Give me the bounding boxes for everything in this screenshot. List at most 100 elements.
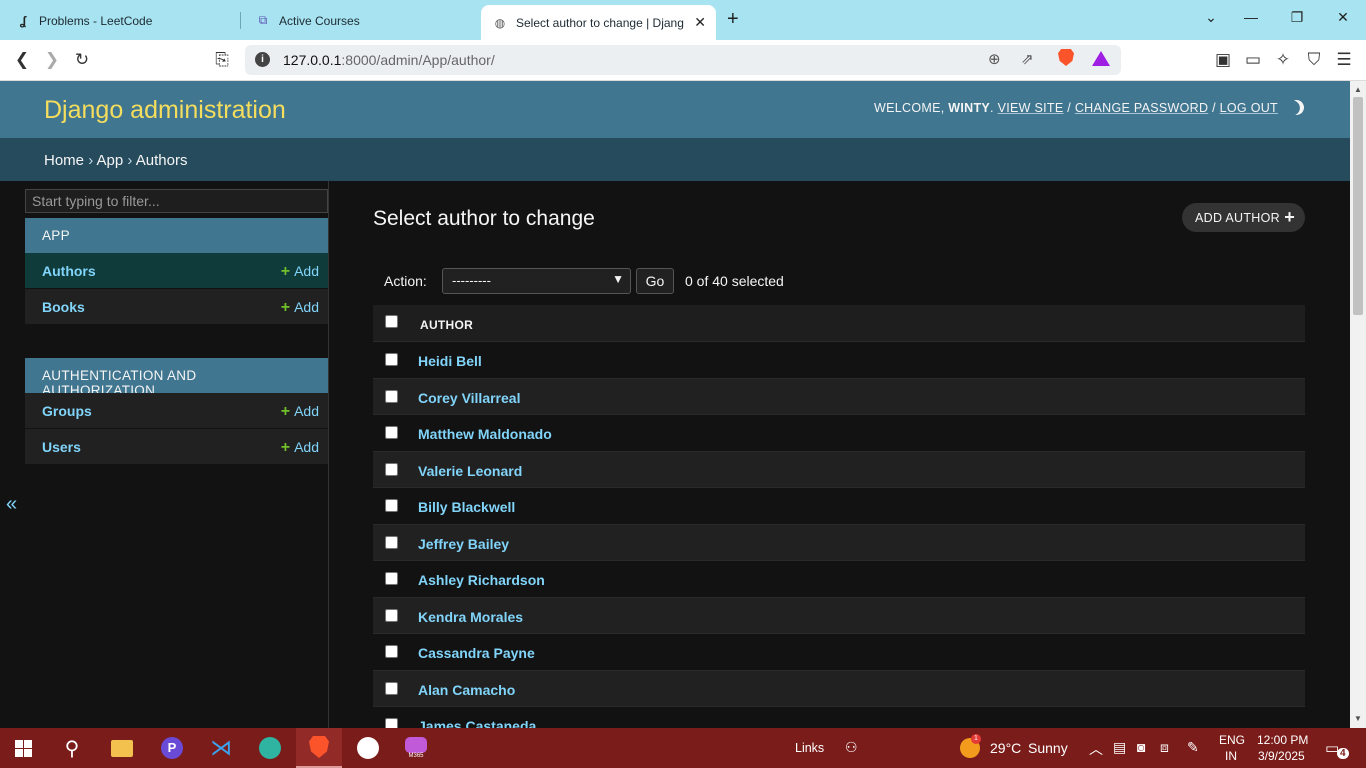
scroll-down-icon[interactable]: ▼	[1354, 714, 1362, 723]
back-icon[interactable]: ❮	[11, 49, 33, 71]
view-site-link[interactable]: VIEW SITE	[998, 101, 1064, 115]
breadcrumb-app[interactable]: App	[97, 152, 124, 169]
camera-icon[interactable]: ◙	[1137, 739, 1145, 755]
scrollbar-thumb[interactable]	[1353, 97, 1363, 315]
url-text[interactable]: 127.0.0.1:8000/admin/App/author/	[283, 52, 495, 68]
sidebar-item-groups[interactable]: Groups + Add	[25, 393, 328, 429]
author-link[interactable]: Heidi Bell	[418, 353, 482, 369]
weather-desc[interactable]: Sunny	[1028, 740, 1068, 756]
author-link[interactable]: Matthew Maldonado	[418, 426, 552, 442]
clock-time[interactable]: 12:00 PM	[1257, 733, 1308, 747]
collapse-sidebar-icon[interactable]: «	[6, 493, 17, 516]
sidebar-item-books[interactable]: Books + Add	[25, 289, 328, 325]
author-link[interactable]: Alan Camacho	[418, 682, 515, 698]
toggle-nav-sidebar[interactable]: «	[0, 181, 24, 728]
breadcrumb-home[interactable]: Home	[44, 152, 84, 169]
windows-start-icon[interactable]	[15, 740, 32, 757]
add-group-link[interactable]: + Add	[281, 403, 319, 421]
add-author-link[interactable]: + Add	[281, 263, 319, 281]
close-tab-icon[interactable]: ✕	[694, 14, 706, 31]
pen-icon[interactable]: ✎	[1187, 739, 1199, 756]
file-explorer-icon[interactable]	[108, 735, 136, 761]
row-select-checkbox[interactable]	[385, 535, 398, 549]
sidebar-item-authors[interactable]: Authors + Add	[25, 253, 328, 289]
sidebar-item-label[interactable]: Users	[42, 439, 81, 455]
reload-icon[interactable]: ↻	[71, 49, 93, 71]
forward-icon[interactable]: ❯	[41, 49, 63, 71]
sidebar-item-label[interactable]: Groups	[42, 403, 92, 419]
site-info-icon[interactable]: i	[255, 52, 270, 67]
row-select-checkbox[interactable]	[385, 645, 398, 658]
tab-leetcode[interactable]: ʆ Problems - LeetCode	[0, 6, 240, 35]
window-close-icon[interactable]: ✕	[1333, 9, 1353, 26]
search-icon[interactable]: ⚲	[58, 735, 86, 761]
m365-icon[interactable]: M365	[402, 735, 430, 761]
weather-temp[interactable]: 29°C	[990, 740, 1021, 756]
change-password-link[interactable]: CHANGE PASSWORD	[1075, 101, 1208, 115]
tab-django-admin[interactable]: ◍ Select author to change | Djang ✕	[481, 5, 716, 40]
leo-ai-icon[interactable]: ✧	[1272, 49, 1294, 71]
row-select-checkbox[interactable]	[385, 426, 398, 439]
log-out-link[interactable]: LOG OUT	[1220, 101, 1278, 115]
row-select-checkbox[interactable]	[385, 681, 398, 695]
bookmark-icon[interactable]: ⎘	[211, 49, 233, 71]
add-book-link[interactable]: + Add	[281, 299, 319, 317]
row-select-checkbox[interactable]	[385, 718, 398, 728]
sidebar-item-label[interactable]: Authors	[42, 263, 96, 279]
nav-filter-input[interactable]: Start typing to filter...	[25, 189, 328, 213]
wifi-battery-icon[interactable]: ⧈	[1160, 739, 1169, 756]
action-select[interactable]: --------- ▼	[442, 268, 631, 294]
clock-date[interactable]: 3/9/2025	[1258, 749, 1305, 763]
row-select-checkbox[interactable]	[385, 608, 398, 622]
wallet-icon[interactable]: ▭	[1242, 49, 1264, 71]
tab-active-courses[interactable]: ⧉ Active Courses	[240, 6, 480, 35]
author-link[interactable]: Valerie Leonard	[418, 463, 522, 479]
whatsapp-icon[interactable]	[354, 735, 382, 761]
sidebar-toggle-icon[interactable]: ▣	[1212, 49, 1234, 71]
vscode-icon[interactable]: ⋊	[207, 735, 235, 761]
module-caption-auth[interactable]: AUTHENTICATION AND AUTHORIZATION	[25, 358, 328, 398]
vpn-icon[interactable]: ⛉	[1303, 49, 1325, 71]
device-icon[interactable]: ▤	[1113, 739, 1126, 756]
restore-icon[interactable]: ❐	[1287, 9, 1307, 26]
new-tab-icon[interactable]: +	[727, 8, 739, 31]
row-select-checkbox[interactable]	[385, 353, 398, 366]
address-bar[interactable]: i 127.0.0.1:8000/admin/App/author/ ⊕ ⇗	[245, 45, 1121, 75]
page-scrollbar[interactable]: ▲ ▼	[1350, 81, 1366, 728]
author-link[interactable]: Ashley Richardson	[418, 572, 545, 588]
language-indicator[interactable]: ENG	[1219, 733, 1245, 747]
minimize-icon[interactable]: —	[1241, 9, 1261, 25]
sidebar-item-users[interactable]: Users + Add	[25, 429, 328, 465]
author-link[interactable]: Kendra Morales	[418, 609, 523, 625]
row-select-checkbox[interactable]	[385, 572, 398, 585]
sidebar-item-label[interactable]: Books	[42, 299, 85, 315]
brave-taskbar-icon[interactable]	[296, 728, 342, 768]
zoom-icon[interactable]: ⊕	[988, 50, 1001, 68]
select-all-checkbox[interactable]	[385, 315, 398, 328]
add-author-button[interactable]: ADD AUTHOR +	[1182, 203, 1305, 232]
theme-toggle-moon-icon[interactable]	[1287, 98, 1306, 117]
add-user-link[interactable]: + Add	[281, 439, 319, 457]
edge-icon[interactable]	[256, 735, 284, 761]
row-select-checkbox[interactable]	[385, 499, 398, 512]
row-select-checkbox[interactable]	[385, 389, 398, 403]
go-button[interactable]: Go	[636, 268, 674, 294]
author-link[interactable]: James Castaneda	[418, 718, 536, 728]
author-link[interactable]: Corey Villarreal	[418, 390, 520, 406]
column-header-author[interactable]: AUTHOR	[420, 318, 473, 332]
links-toolbar[interactable]: Links	[795, 741, 824, 755]
menu-icon[interactable]: ☰	[1333, 49, 1355, 71]
scroll-up-icon[interactable]: ▲	[1354, 85, 1362, 94]
author-link[interactable]: Billy Blackwell	[418, 499, 515, 515]
app-p-icon[interactable]: P	[158, 735, 186, 761]
region-indicator[interactable]: IN	[1225, 749, 1237, 763]
module-caption-app[interactable]: APP	[25, 218, 328, 253]
people-icon[interactable]: ⚇	[845, 739, 858, 756]
share-icon[interactable]: ⇗	[1021, 50, 1034, 68]
row-select-checkbox[interactable]	[385, 462, 398, 476]
brave-rewards-icon[interactable]	[1092, 51, 1110, 66]
author-link[interactable]: Cassandra Payne	[418, 645, 535, 661]
site-branding[interactable]: Django administration	[44, 96, 286, 125]
tab-search-chevron-icon[interactable]: ⌄	[1201, 9, 1221, 26]
author-link[interactable]: Jeffrey Bailey	[418, 536, 509, 552]
